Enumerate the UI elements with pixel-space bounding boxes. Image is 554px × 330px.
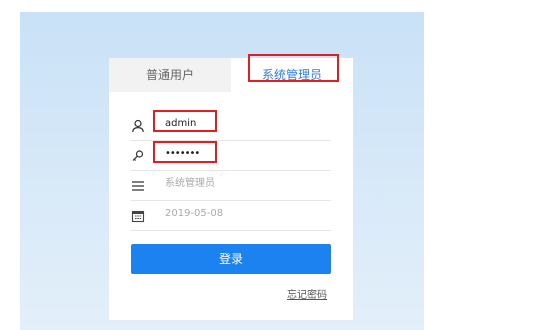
calendar-icon <box>131 208 145 223</box>
menu-icon <box>131 178 145 192</box>
highlight-box-username <box>153 110 217 132</box>
login-button[interactable]: 登录 <box>131 244 331 274</box>
password-row: ••••••• <box>131 141 331 171</box>
user-icon <box>131 118 145 133</box>
highlight-box-admin-tab <box>248 54 339 82</box>
tab-normal-user[interactable]: 普通用户 <box>109 58 231 92</box>
login-card: 普通用户 系统管理员 admin ••••••• 系统管理员 2019-05-0… <box>109 54 353 320</box>
role-row: 系统管理员 <box>131 172 331 201</box>
role-select[interactable]: 系统管理员 <box>165 177 215 191</box>
username-row: admin <box>131 110 331 141</box>
date-field[interactable]: 2019-05-08 <box>165 207 223 221</box>
forgot-password-link[interactable]: 忘记密码 <box>287 286 327 301</box>
key-icon <box>131 148 145 162</box>
highlight-box-password <box>153 141 217 163</box>
login-tabs: 普通用户 系统管理员 <box>109 54 353 92</box>
date-row: 2019-05-08 <box>131 202 331 231</box>
